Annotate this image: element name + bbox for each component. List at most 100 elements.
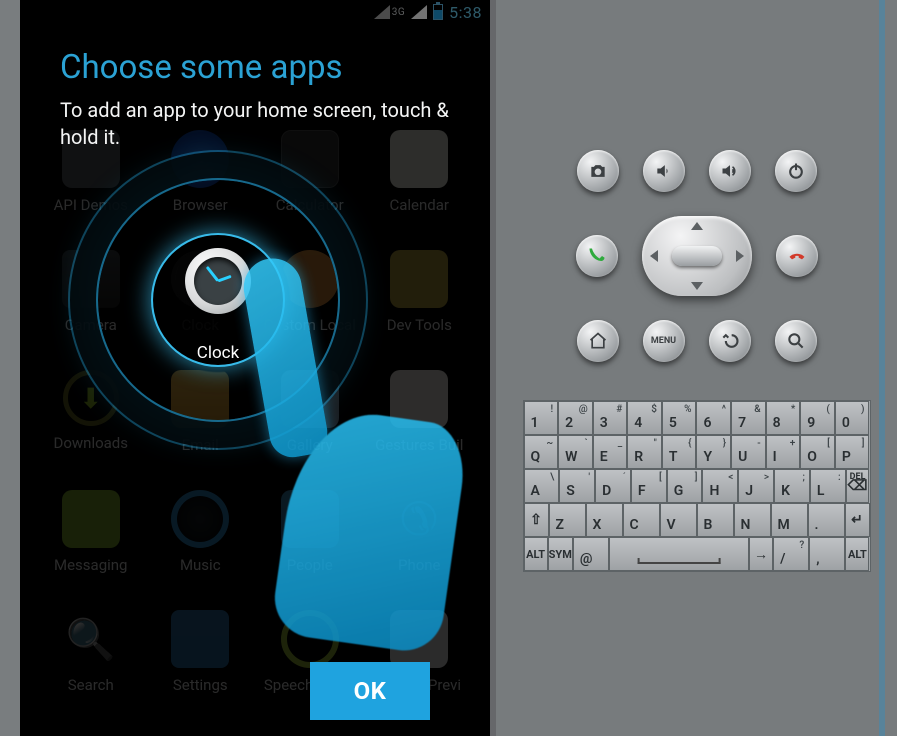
key-enter[interactable]: ↵ [845,503,870,537]
key-c[interactable]: C [623,503,660,537]
key-6[interactable]: 6^ [696,401,731,435]
back-button[interactable] [709,320,751,362]
key-r[interactable]: R" [627,435,662,469]
app-gallery[interactable]: Gallery [257,370,363,454]
key-n[interactable]: N [734,503,771,537]
key-.[interactable]: . [808,503,845,537]
dpad-up-icon [691,222,703,230]
key-e[interactable]: E_ [593,435,628,469]
ok-button-label: OK [354,677,387,705]
key-v[interactable]: V [660,503,697,537]
end-call-icon [787,246,807,266]
key-x[interactable]: X [586,503,623,537]
app-phone[interactable]: ✆Phone [367,490,473,574]
overlay-title: Choose some apps [60,48,460,87]
volume-up-button[interactable] [709,150,751,192]
key-u[interactable]: U- [731,435,766,469]
app-clock[interactable]: Clock [148,250,254,334]
call-icon [587,246,607,266]
hardware-keyboard: 1!2@3#4$5%6^7&8*9(0) Q~W`E_R"T{Y}U-I+O[P]… [523,400,871,572]
key-alt[interactable]: ALT [845,537,869,571]
key-/[interactable]: /? [773,537,809,571]
key-t[interactable]: T{ [662,435,697,469]
key-y[interactable]: Y} [696,435,731,469]
key-4[interactable]: 4$ [627,401,662,435]
volume-up-icon [720,161,740,181]
key-8[interactable]: 8* [766,401,801,435]
camera-icon [62,250,120,308]
app-dev-tools[interactable]: Dev Tools [367,250,473,334]
key-5[interactable]: 5% [662,401,697,435]
key-f[interactable]: F[ [631,469,667,503]
dpad-left-icon [650,250,658,262]
app-search[interactable]: 🔍Search [38,610,144,694]
status-bar: 3G 5:38 [366,0,490,24]
volume-down-button[interactable] [643,150,685,192]
tutorial-overlay: Choose some apps To add an app to your h… [60,48,460,151]
speech-icon [281,610,339,668]
key-sym[interactable]: SYM [548,537,573,571]
clock-time: 5:38 [449,3,482,22]
key-d[interactable]: Dˊ [595,469,631,503]
power-icon [786,161,806,181]
dpad-right-icon [736,250,744,262]
dpad-center[interactable] [672,246,722,266]
key-alt[interactable]: ALT [524,537,548,571]
dpad[interactable] [642,216,752,296]
dpad-down-icon [691,282,703,290]
menu-button[interactable]: MENU [643,320,685,362]
key-shift[interactable]: ⇧ [524,503,549,537]
key-2[interactable]: 2@ [558,401,593,435]
call-button[interactable] [576,235,618,277]
app-custom-locale[interactable]: Custom Local [257,250,363,334]
app-grid: API Demos Browser Calculator Calendar Ca… [38,130,472,694]
key-m[interactable]: M [771,503,808,537]
app-gestures-builder[interactable]: Gestures Buil [367,370,473,454]
home-button[interactable] [577,320,619,362]
power-button[interactable] [775,150,817,192]
home-icon [588,331,608,351]
key-j[interactable]: J> [738,469,774,503]
app-music[interactable]: Music [148,490,254,574]
key-0[interactable]: 0) [835,401,870,435]
app-settings[interactable]: Settings [148,610,254,694]
key-7[interactable]: 7& [731,401,766,435]
app-messaging[interactable]: Messaging [38,490,144,574]
key-k[interactable]: K; [774,469,810,503]
key-space[interactable] [609,537,749,571]
app-downloads[interactable]: ⬇Downloads [38,370,144,454]
key-l[interactable]: L: [810,469,846,503]
camera-button[interactable] [577,150,619,192]
clock-icon [171,250,229,308]
key-z[interactable]: Z [549,503,586,537]
key-a[interactable]: A\ [524,469,560,503]
key-3[interactable]: 3# [593,401,628,435]
menu-button-label: MENU [651,336,676,346]
app-email[interactable]: Email [148,370,254,454]
search-button[interactable] [775,320,817,362]
key-arrow[interactable]: → [749,537,773,571]
key-i[interactable]: I+ [766,435,801,469]
ok-button[interactable]: OK [310,662,430,720]
dev-tools-icon [390,250,448,308]
settings-icon [171,610,229,668]
search-app-icon: 🔍 [62,610,120,668]
key-at[interactable]: @ [573,537,609,571]
key-,[interactable]: , [809,537,845,571]
key-h[interactable]: H< [702,469,738,503]
key-o[interactable]: O[ [800,435,835,469]
key-q[interactable]: Q~ [524,435,559,469]
key-p[interactable]: P] [835,435,870,469]
key-del[interactable]: DEL⌫ [846,469,870,503]
key-9[interactable]: 9( [800,401,835,435]
gallery-icon [281,370,339,428]
app-camera[interactable]: Camera [38,250,144,334]
key-w[interactable]: W` [558,435,593,469]
app-people[interactable]: People [257,490,363,574]
end-call-button[interactable] [776,235,818,277]
key-1[interactable]: 1! [524,401,559,435]
key-g[interactable]: G] [667,469,703,503]
key-b[interactable]: B [697,503,734,537]
key-s[interactable]: S' [559,469,595,503]
emulator-controls-pane: MENU 1!2@3#4$5%6^7&8*9(0) Q~W`E_R"T{Y}U-I… [490,0,897,736]
